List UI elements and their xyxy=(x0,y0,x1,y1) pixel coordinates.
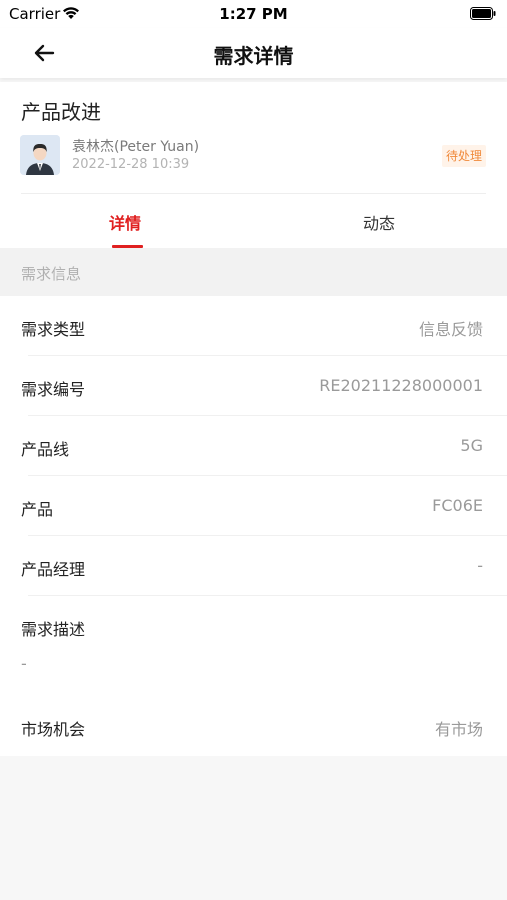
field-label: 产品 xyxy=(21,500,54,519)
field-value: RE20211228000001 xyxy=(319,376,483,395)
field-row-type: 需求类型 信息反馈 xyxy=(0,296,507,356)
field-row-market: 市场机会 有市场 xyxy=(0,696,507,756)
battery-icon xyxy=(470,7,496,20)
field-row-product: 产品 FC06E xyxy=(0,476,507,536)
tab-activity[interactable]: 动态 xyxy=(363,210,395,234)
field-label: 市场机会 xyxy=(21,720,86,739)
field-row-manager: 产品经理 - xyxy=(0,536,507,596)
field-row-description: 需求描述 - xyxy=(0,596,507,696)
user-avatar-icon xyxy=(20,135,60,175)
field-value: - xyxy=(21,654,27,673)
creator-name: 袁林杰(Peter Yuan) xyxy=(72,139,200,155)
request-info-list: 需求类型 信息反馈 需求编号 RE20211228000001 产品线 5G 产… xyxy=(0,296,507,756)
divider xyxy=(21,193,486,194)
avatar xyxy=(20,135,60,175)
status-badge: 待处理 xyxy=(441,145,486,167)
field-label: 产品经理 xyxy=(21,560,86,579)
field-row-product-line: 产品线 5G xyxy=(0,416,507,476)
field-label: 需求类型 xyxy=(21,320,86,339)
tab-details[interactable]: 详情 xyxy=(109,210,141,234)
field-value: - xyxy=(477,556,483,575)
section-header: 需求信息 xyxy=(0,248,507,296)
field-value: 有市场 xyxy=(434,720,483,739)
request-title: 产品改进 xyxy=(21,100,101,124)
section-title: 需求信息 xyxy=(21,265,82,283)
field-row-number: 需求编号 RE20211228000001 xyxy=(0,356,507,416)
field-value: 信息反馈 xyxy=(418,320,483,339)
clock: 1:27 PM xyxy=(219,5,288,23)
request-header: 产品改进 袁林杰(Peter Yuan) 2022-12-28 10:39 待处… xyxy=(0,82,507,248)
field-value: 5G xyxy=(460,436,483,455)
page-title: 需求详情 xyxy=(213,44,294,68)
nav-bar: 需求详情 xyxy=(0,28,507,78)
field-label: 需求编号 xyxy=(21,380,86,399)
field-label: 产品线 xyxy=(21,440,70,459)
field-value: FC06E xyxy=(432,496,483,515)
status-bar: Carrier 1:27 PM xyxy=(0,0,507,28)
field-label: 需求描述 xyxy=(21,620,86,639)
created-timestamp: 2022-12-28 10:39 xyxy=(72,157,190,172)
